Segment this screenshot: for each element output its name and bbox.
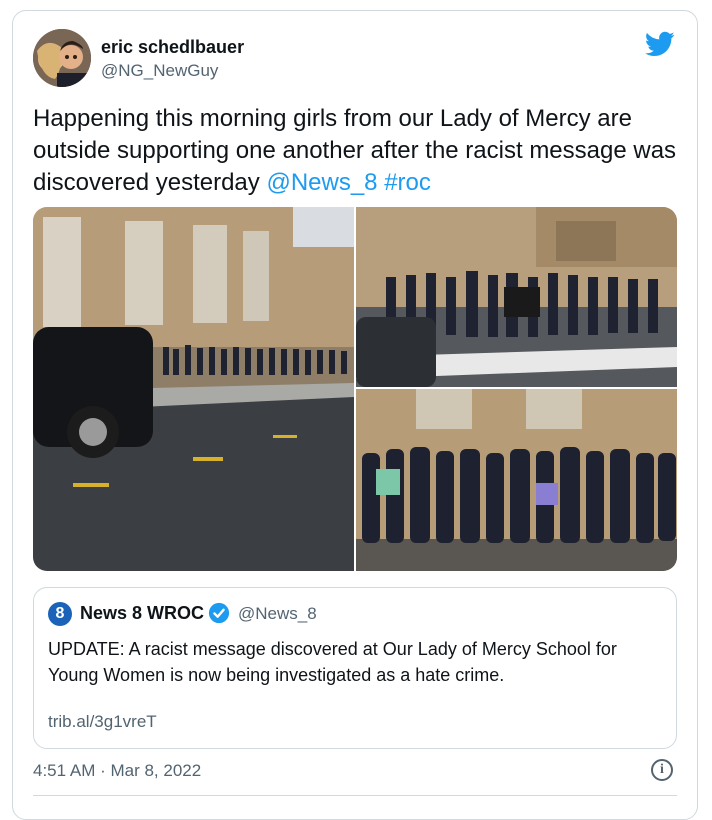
- photo-street-line[interactable]: [33, 207, 354, 571]
- tweet-card: eric schedlbauer @NG_NewGuy Happening th…: [12, 10, 698, 820]
- divider: [33, 795, 677, 796]
- quoted-tweet[interactable]: 8 News 8 WROC @News_8 UPDATE: A racist m…: [33, 587, 677, 749]
- media-grid: [33, 207, 677, 571]
- photo-crowd-closeup[interactable]: [356, 389, 677, 571]
- photo-crowd-entrance[interactable]: [356, 207, 677, 387]
- author-handle[interactable]: @NG_NewGuy: [101, 61, 218, 81]
- verified-badge-icon: [208, 602, 230, 624]
- quoted-text: UPDATE: A racist message discovered at O…: [48, 639, 617, 685]
- author-avatar[interactable]: [33, 29, 91, 87]
- news8-logo-icon: 8: [48, 602, 72, 626]
- mention-link[interactable]: @News_8: [266, 169, 377, 196]
- twitter-bird-icon[interactable]: [645, 29, 675, 59]
- info-icon[interactable]: i: [651, 759, 673, 781]
- quoted-author-name: News 8 WROC: [80, 603, 205, 623]
- quoted-link[interactable]: trib.al/3g1vreT: [48, 712, 157, 732]
- quoted-author-handle: @News_8: [238, 604, 317, 623]
- hashtag-link[interactable]: #roc: [384, 169, 431, 196]
- author-name[interactable]: eric schedlbauer: [101, 37, 244, 58]
- tweet-timestamp[interactable]: 4:51 AM · Mar 8, 2022: [33, 761, 201, 781]
- tweet-text: Happening this morning girls from our La…: [33, 103, 683, 199]
